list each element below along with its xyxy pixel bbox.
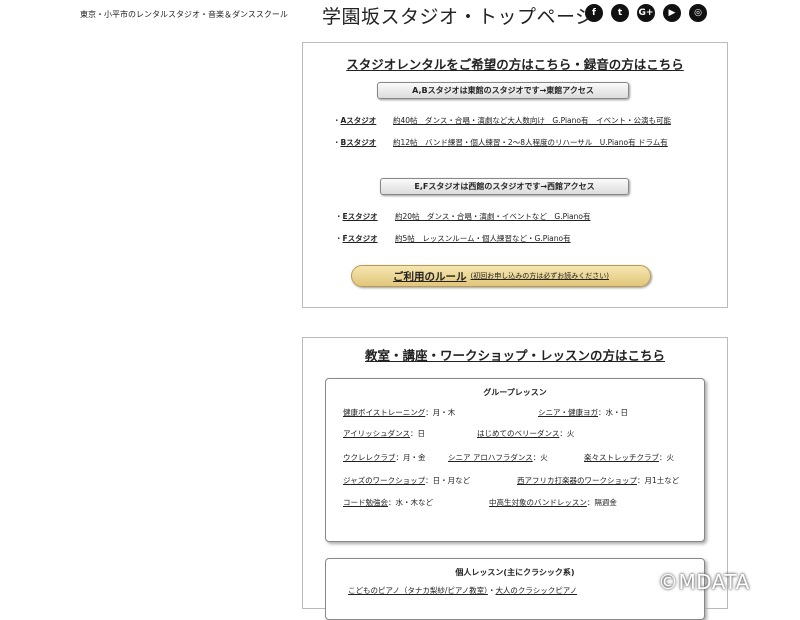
lesson-item[interactable]: ジャズのワークショップ：日・月など	[343, 475, 470, 486]
rules-label: ご利用のルール	[393, 270, 467, 283]
facebook-icon[interactable]: f	[585, 4, 603, 22]
studio-f-desc[interactable]: 約5帖 レッスンルーム・個人練習など・G.Piano有	[395, 233, 571, 244]
studio-a-row[interactable]: ・Aスタジオ 約40帖 ダンス・合唱・演劇など大人数向け G.Piano有 イベ…	[333, 115, 671, 126]
social-links: f t G+ ▶ ◎	[585, 4, 707, 22]
private-lesson-panel: 個人レッスン(主にクラシック系) こどものピアノ（タナカ梨紗/ピアノ教室）・大人…	[325, 558, 705, 620]
studio-e-desc[interactable]: 約20帖 ダンス・合唱・演劇・イベントなど G.Piano有	[395, 211, 590, 222]
studio-a-name[interactable]: Aスタジオ	[341, 116, 377, 125]
studio-f-name[interactable]: Fスタジオ	[343, 234, 378, 243]
group-lesson-title: グループレッスン	[483, 388, 547, 397]
private-lesson-title: 個人レッスン(主にクラシック系)	[455, 568, 575, 577]
rental-section: スタジオレンタルをご希望の方はこちら・録音の方はこちら A,Bスタジオは東館のス…	[302, 42, 728, 308]
west-access-button[interactable]: E,Fスタジオは西館のスタジオです→西館アクセス	[380, 178, 629, 195]
twitter-icon[interactable]: t	[611, 4, 629, 22]
lesson-item[interactable]: 西アフリカ打楽器のワークショップ：月1土など	[517, 475, 679, 486]
studio-b-name[interactable]: Bスタジオ	[341, 138, 377, 147]
rules-button[interactable]: ご利用のルール (初回お申し込みの方は必ずお読みください)	[351, 265, 651, 287]
youtube-icon[interactable]: ▶	[663, 4, 681, 22]
east-access-button[interactable]: A,Bスタジオは東館のスタジオです→東館アクセス	[377, 82, 629, 99]
lessons-section: 教室・講座・ワークショップ・レッスンの方はこちら グループレッスン 健康ボイスト…	[302, 337, 728, 620]
lesson-item[interactable]: 大人のクラシックピアノ	[495, 586, 577, 595]
studio-f-row[interactable]: ・Fスタジオ 約5帖 レッスンルーム・個人練習など・G.Piano有	[335, 233, 571, 244]
lesson-item[interactable]: 中高生対象のバンドレッスン：隔週金	[489, 497, 617, 508]
site-tagline: 東京・小平市のレンタルスタジオ・音楽＆ダンススクール	[80, 10, 288, 19]
group-lesson-panel: グループレッスン 健康ボイストレーニング：月・木 シニア・健康ヨガ：水・日 アイ…	[325, 378, 705, 542]
lesson-item[interactable]: こどものピアノ（タナカ梨紗/ピアノ教室）	[348, 586, 488, 595]
copyright-watermark: ©MDATA	[658, 570, 750, 594]
studio-e-row[interactable]: ・Eスタジオ 約20帖 ダンス・合唱・演劇・イベントなど G.Piano有	[335, 211, 590, 222]
lesson-item[interactable]: 楽々ストレッチクラブ：火	[584, 452, 674, 463]
lesson-item[interactable]: アイリッシュダンス：日	[343, 428, 425, 439]
private-lesson-list: こどものピアノ（タナカ梨紗/ピアノ教室）・大人のクラシックピアノ	[348, 586, 578, 595]
lessons-heading[interactable]: 教室・講座・ワークショップ・レッスンの方はこちら	[303, 345, 727, 364]
studio-e-name[interactable]: Eスタジオ	[343, 212, 378, 221]
lesson-item[interactable]: シニア アロハフラダンス：火	[448, 452, 548, 463]
rental-heading[interactable]: スタジオレンタルをご希望の方はこちら・録音の方はこちら	[303, 54, 727, 73]
studio-a-desc[interactable]: 約40帖 ダンス・合唱・演劇など大人数向け G.Piano有 イベント・公演も可…	[393, 115, 671, 126]
lesson-item[interactable]: はじめてのベリーダンス：火	[477, 428, 574, 439]
rules-note: (初回お申し込みの方は必ずお読みください)	[470, 272, 609, 280]
lesson-item[interactable]: 健康ボイストレーニング：月・木	[343, 407, 455, 418]
page-title: 学園坂スタジオ・トップページ	[322, 6, 595, 28]
lesson-item[interactable]: ウクレレクラブ：月・金	[343, 452, 426, 463]
studio-b-row[interactable]: ・Bスタジオ 約12帖 バンド練習・個人練習・2〜8人程度のリハーサル U.Pi…	[333, 137, 668, 148]
lesson-item[interactable]: シニア・健康ヨガ：水・日	[538, 407, 628, 418]
instagram-icon[interactable]: ◎	[689, 4, 707, 22]
studio-b-desc[interactable]: 約12帖 バンド練習・個人練習・2〜8人程度のリハーサル U.Piano有 ドラ…	[393, 137, 668, 148]
google-plus-icon[interactable]: G+	[637, 4, 655, 22]
lesson-item[interactable]: コード勉強会：水・木など	[343, 497, 433, 508]
